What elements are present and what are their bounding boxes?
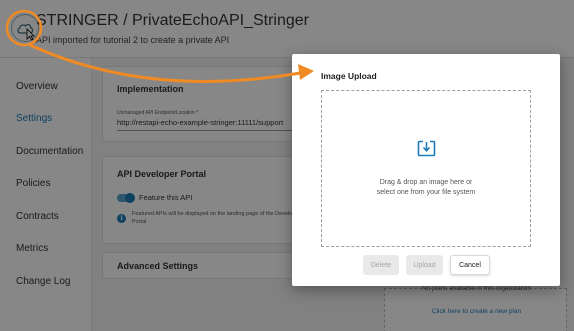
image-upload-dialog: Image Upload Drag & drop an image here o… bbox=[292, 54, 560, 286]
dropzone-line-1: Drag & drop an image here or bbox=[379, 179, 473, 186]
cancel-button[interactable]: Cancel bbox=[450, 255, 490, 275]
dropzone-instructions: Drag & drop an image here or select one … bbox=[322, 178, 530, 198]
upload-image-icon bbox=[417, 140, 436, 157]
dialog-title: Image Upload bbox=[321, 71, 377, 81]
image-dropzone[interactable]: Drag & drop an image here or select one … bbox=[321, 90, 531, 247]
dropzone-line-2: select one from your file system bbox=[376, 189, 476, 196]
upload-button[interactable]: Upload bbox=[406, 255, 443, 275]
delete-button[interactable]: Delete bbox=[363, 255, 399, 275]
